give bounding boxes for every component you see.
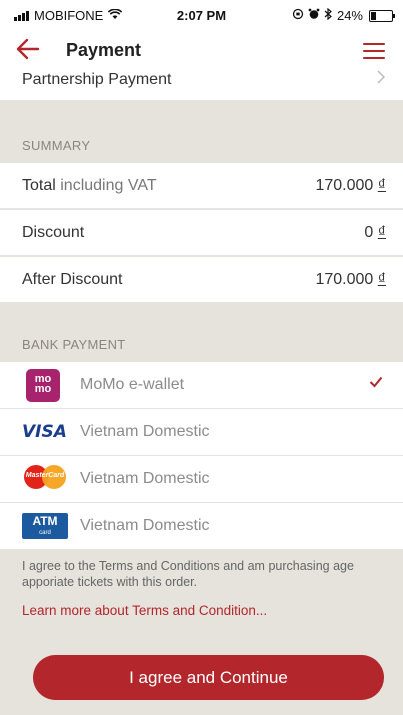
summary-row-discount: Discount 0 ₫ <box>0 210 403 256</box>
summary-title: SUMMARY <box>22 138 91 153</box>
terms-text: I agree to the Terms and Conditions and … <box>22 559 354 589</box>
visa-logo-icon: VISA <box>22 422 67 442</box>
battery-icon <box>369 9 395 22</box>
bank-payment-section-header: BANK PAYMENT <box>0 303 403 362</box>
payment-option-mastercard[interactable]: MasterCard Vietnam Domestic <box>0 456 403 503</box>
payment-option-visa[interactable]: VISA Vietnam Domestic <box>0 409 403 456</box>
atm-card-logo-icon: ATM card <box>22 513 68 539</box>
summary-section-header: SUMMARY <box>0 100 403 163</box>
total-label: Total <box>22 177 56 194</box>
battery-percent: 24% <box>336 8 363 23</box>
terms-link[interactable]: Learn more about Terms and Condition... <box>22 603 267 618</box>
bank-payment-title: BANK PAYMENT <box>22 337 126 352</box>
total-value: 170.000 <box>315 177 374 194</box>
currency-symbol: ₫ <box>377 177 386 194</box>
action-bar: I agree and Continue <box>0 636 403 715</box>
after-discount-value: 170.000 <box>315 271 374 288</box>
status-right: 24% <box>292 7 395 23</box>
status-bar: MOBIFONE 2:07 PM 24% <box>0 0 403 30</box>
payment-option-momo[interactable]: mo mo MoMo e-wallet <box>0 362 403 409</box>
total-label-suffix: including VAT <box>55 177 157 194</box>
momo-logo-icon: mo mo <box>26 369 60 402</box>
agree-continue-button[interactable]: I agree and Continue <box>33 655 384 700</box>
partnership-payment-label: Partnership Payment <box>22 71 172 88</box>
discount-value: 0 <box>364 224 374 241</box>
discount-label: Discount <box>22 224 85 241</box>
page-title: Payment <box>66 40 142 60</box>
alarm-icon <box>308 8 320 23</box>
payment-option-atm[interactable]: ATM card Vietnam Domestic <box>0 503 403 550</box>
partnership-payment-row[interactable]: Partnership Payment <box>0 60 403 100</box>
bluetooth-icon <box>324 7 333 23</box>
currency-symbol: ₫ <box>377 224 386 241</box>
after-discount-label: After Discount <box>22 271 123 288</box>
summary-row-total: Total including VAT 170.000 ₫ <box>0 163 403 209</box>
payment-option-label: Vietnam Domestic <box>80 423 210 440</box>
app-header: Payment Partnership Payment <box>0 30 403 100</box>
currency-symbol: ₫ <box>377 271 386 288</box>
hamburger-menu-icon[interactable] <box>363 43 385 60</box>
payment-option-label: Vietnam Domestic <box>80 470 210 487</box>
payment-option-label: Vietnam Domestic <box>80 517 210 534</box>
summary-row-after-discount: After Discount 170.000 ₫ <box>0 257 403 303</box>
orientation-lock-icon <box>292 8 304 23</box>
checkmark-icon <box>369 375 383 393</box>
payment-option-label: MoMo e-wallet <box>80 376 185 393</box>
mastercard-logo-icon: MasterCard <box>22 463 68 489</box>
chevron-right-icon <box>377 69 386 89</box>
